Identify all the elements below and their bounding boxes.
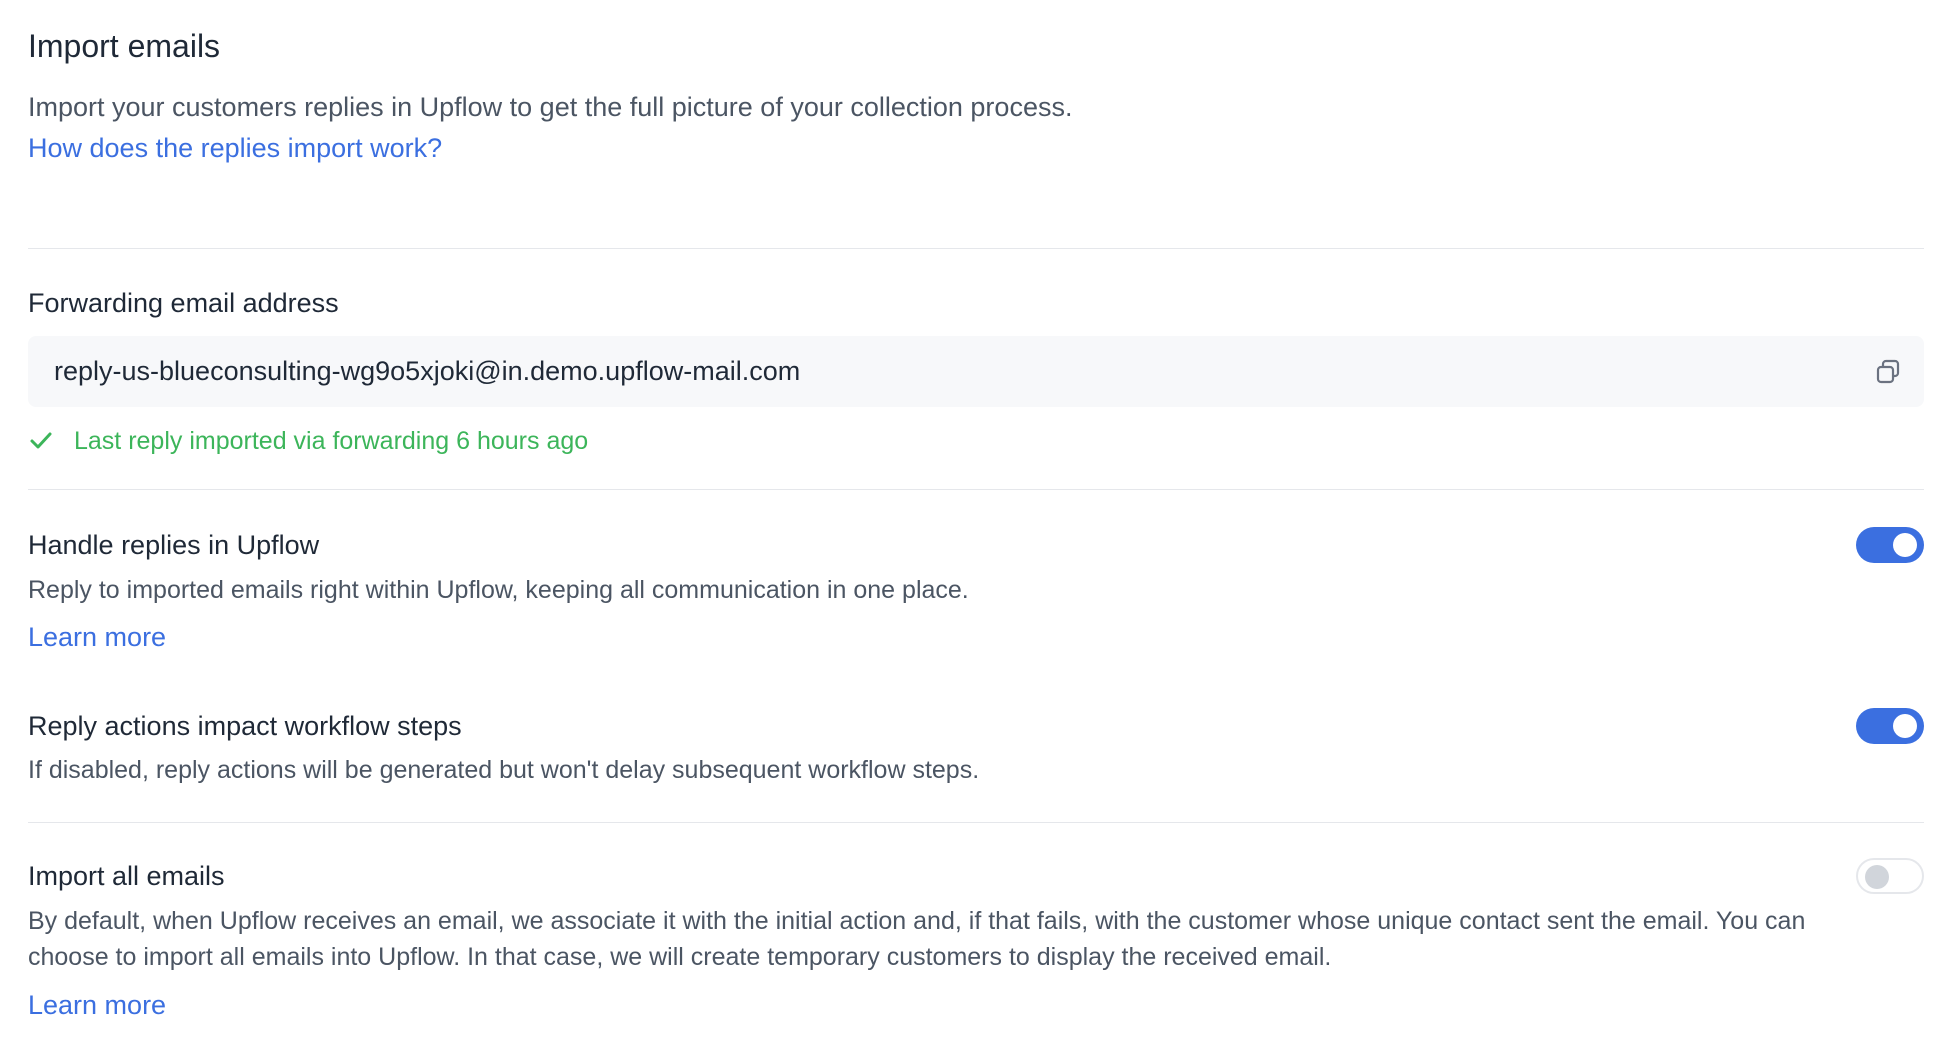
forwarding-email-field[interactable]: reply-us-blueconsulting-wg9o5xjoki@in.de… bbox=[28, 336, 1924, 407]
page-title: Import emails bbox=[28, 28, 221, 64]
handle-replies-description: Reply to imported emails right within Up… bbox=[28, 576, 969, 604]
handle-replies-title: Handle replies in Upflow bbox=[28, 530, 320, 560]
forwarding-status: Last reply imported via forwarding 6 hou… bbox=[28, 424, 588, 458]
divider bbox=[28, 822, 1924, 823]
check-icon bbox=[28, 428, 54, 454]
copy-icon[interactable] bbox=[1874, 358, 1902, 386]
import-all-title: Import all emails bbox=[28, 861, 225, 891]
divider bbox=[28, 489, 1924, 490]
replies-import-help-link[interactable]: How does the replies import work? bbox=[28, 131, 442, 165]
import-all-toggle[interactable] bbox=[1856, 858, 1924, 894]
handle-replies-learn-more-link[interactable]: Learn more bbox=[28, 620, 166, 654]
forwarding-email-label: Forwarding email address bbox=[28, 288, 339, 318]
toggle-knob bbox=[1893, 533, 1917, 557]
import-emails-page: Import emails Import your customers repl… bbox=[0, 0, 1952, 1040]
handle-replies-toggle[interactable] bbox=[1856, 527, 1924, 563]
toggle-knob bbox=[1865, 865, 1889, 889]
import-all-description: By default, when Upflow receives an emai… bbox=[28, 907, 1806, 971]
divider bbox=[28, 248, 1924, 249]
import-all-learn-more-link[interactable]: Learn more bbox=[28, 988, 166, 1022]
forwarding-email-value: reply-us-blueconsulting-wg9o5xjoki@in.de… bbox=[54, 356, 801, 386]
toggle-knob bbox=[1893, 714, 1917, 738]
reply-actions-description: If disabled, reply actions will be gener… bbox=[28, 756, 980, 784]
reply-actions-title: Reply actions impact workflow steps bbox=[28, 711, 462, 741]
forwarding-status-text: Last reply imported via forwarding 6 hou… bbox=[74, 427, 589, 455]
page-description: Import your customers replies in Upflow … bbox=[28, 92, 1073, 122]
reply-actions-toggle[interactable] bbox=[1856, 708, 1924, 744]
